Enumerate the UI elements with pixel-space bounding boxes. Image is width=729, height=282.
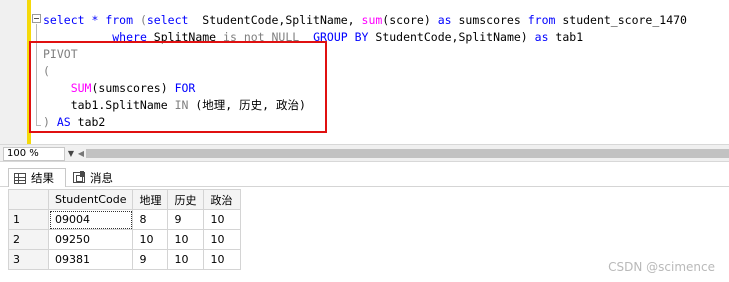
code-token: select bbox=[146, 13, 189, 27]
table-cell[interactable]: 09381 bbox=[47, 249, 134, 270]
tab-results-label: 结果 bbox=[31, 171, 54, 185]
code-token: (score) bbox=[382, 13, 438, 27]
table-cell[interactable]: 09250 bbox=[47, 229, 134, 250]
column-header-studentcode[interactable]: StudentCode bbox=[47, 189, 134, 210]
code-token: ( bbox=[133, 13, 147, 27]
tab-messages-label: 消息 bbox=[90, 170, 113, 185]
code-token: as bbox=[534, 30, 549, 44]
zoom-scroll-bar: 100 % ▼ ◀ bbox=[0, 144, 729, 162]
table-cell[interactable]: 09004 bbox=[47, 209, 134, 230]
code-token: select * bbox=[43, 13, 106, 27]
watermark: CSDN @scimence bbox=[608, 260, 715, 274]
results-tabbar: 结果 消息 bbox=[0, 166, 729, 187]
table-cell[interactable]: 9 bbox=[167, 209, 205, 230]
table-cell[interactable]: 10 bbox=[203, 249, 242, 270]
column-header-politics[interactable]: 政治 bbox=[203, 189, 242, 210]
corner-cell[interactable] bbox=[8, 189, 49, 210]
table-row: 1 09004 8 9 10 bbox=[8, 209, 242, 230]
collapse-region-icon[interactable] bbox=[32, 14, 41, 23]
sql-editor[interactable]: select * from (select StudentCode,SplitN… bbox=[0, 0, 729, 144]
row-number[interactable]: 2 bbox=[8, 229, 49, 250]
pivot-highlight-box bbox=[29, 41, 327, 133]
table-cell[interactable]: 10 bbox=[167, 249, 205, 270]
column-header-geography[interactable]: 地理 bbox=[132, 189, 169, 210]
results-table: StudentCode 地理 历史 政治 1 09004 8 9 10 2 09… bbox=[8, 189, 242, 270]
code-token: from bbox=[105, 13, 134, 27]
zoom-dropdown-arrow-icon[interactable]: ▼ bbox=[66, 147, 76, 161]
code-token: as bbox=[437, 13, 452, 27]
code-line[interactable]: select * from (select StudentCode,SplitN… bbox=[43, 12, 687, 29]
tab-results[interactable]: 结果 bbox=[8, 168, 66, 187]
tab-messages[interactable]: 消息 bbox=[68, 168, 122, 187]
table-row: 2 09250 10 10 10 bbox=[8, 229, 242, 250]
code-token: sumscores bbox=[451, 13, 528, 27]
table-cell[interactable]: 10 bbox=[132, 229, 169, 250]
table-cell[interactable]: 9 bbox=[132, 249, 169, 270]
zoom-select[interactable]: 100 % bbox=[3, 147, 65, 161]
grid-icon bbox=[14, 172, 26, 184]
header-row: StudentCode 地理 历史 政治 bbox=[8, 189, 242, 210]
table-cell[interactable]: 10 bbox=[167, 229, 205, 250]
editor-gutter bbox=[0, 0, 27, 144]
code-token: student_score_1470 bbox=[555, 13, 687, 27]
horizontal-scrollbar-thumb[interactable] bbox=[86, 149, 729, 158]
code-token: tab1 bbox=[548, 30, 584, 44]
table-cell[interactable]: 10 bbox=[203, 209, 242, 230]
table-cell[interactable]: 10 bbox=[203, 229, 242, 250]
code-token: StudentCode,SplitName, bbox=[188, 13, 362, 27]
row-number[interactable]: 1 bbox=[8, 209, 49, 230]
code-token: from bbox=[527, 13, 556, 27]
scroll-left-arrow-icon[interactable]: ◀ bbox=[76, 147, 86, 161]
code-token: sum bbox=[361, 13, 383, 27]
column-header-history[interactable]: 历史 bbox=[167, 189, 205, 210]
table-row: 3 09381 9 10 10 bbox=[8, 249, 242, 270]
table-cell[interactable]: 8 bbox=[132, 209, 169, 230]
messages-icon bbox=[73, 171, 85, 183]
code-token: StudentCode,SplitName) bbox=[368, 30, 535, 44]
row-number[interactable]: 3 bbox=[8, 249, 49, 270]
